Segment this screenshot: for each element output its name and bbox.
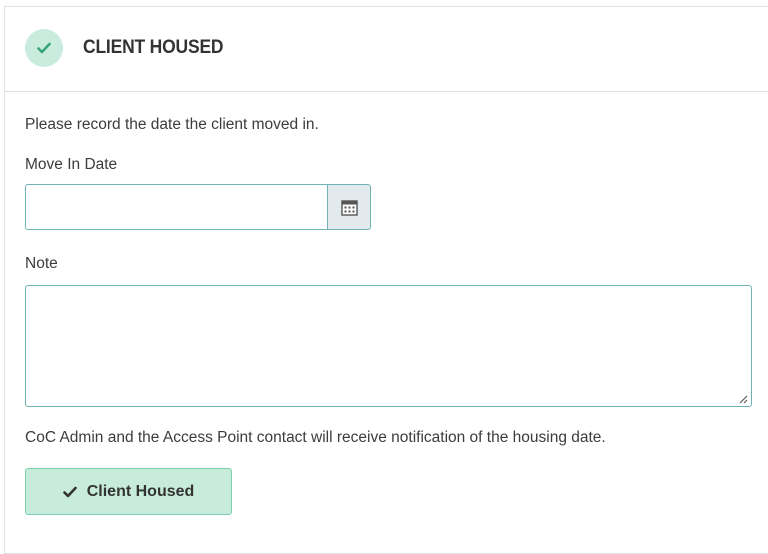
note-textarea[interactable] (25, 285, 752, 407)
check-icon (37, 42, 51, 54)
resize-handle-icon[interactable] (739, 395, 748, 404)
intro-text: Please record the date the client moved … (25, 116, 319, 133)
calendar-icon (341, 200, 358, 216)
client-housed-button[interactable]: Client Housed (25, 468, 232, 515)
client-housed-button-label: Client Housed (86, 482, 195, 500)
panel-header: CLIENT HOUSED (5, 7, 768, 92)
move-in-date-input[interactable] (25, 184, 327, 230)
calendar-button[interactable] (327, 184, 371, 230)
move-in-date-label: Move In Date (25, 156, 118, 173)
status-check-icon (25, 29, 63, 67)
check-icon (62, 486, 77, 497)
notification-text: CoC Admin and the Access Point contact w… (25, 429, 606, 446)
note-label: Note (25, 255, 58, 272)
panel-title: CLIENT HOUSED (83, 37, 224, 58)
client-housed-panel: CLIENT HOUSED Please record the date the… (4, 6, 768, 554)
